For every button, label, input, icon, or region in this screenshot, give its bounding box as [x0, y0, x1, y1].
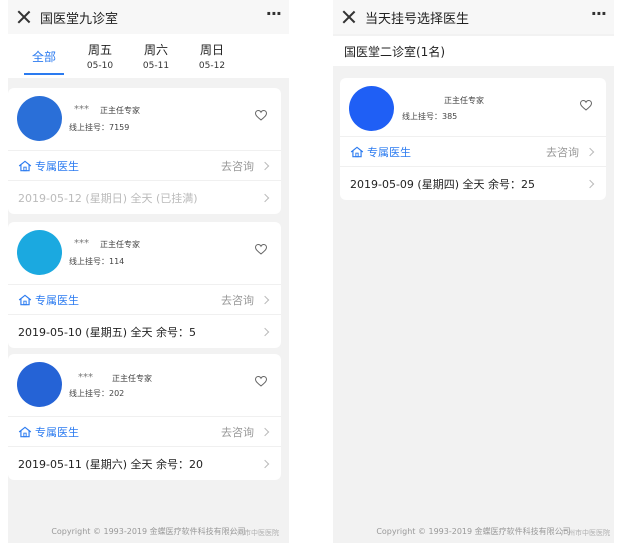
- tab-sun[interactable]: 周日 05-12: [184, 34, 240, 78]
- exclusive-doctor-row[interactable]: 专属医生 去咨询: [8, 416, 281, 446]
- doctor-card: *** 正主任专家 线上挂号：202 专属医生 去咨询 2019-05-11 (…: [8, 354, 281, 480]
- doctor-title: 正主任专家: [100, 106, 140, 115]
- watermark: 广州市中医医院: [230, 529, 279, 537]
- consult-link[interactable]: 去咨询: [221, 424, 254, 440]
- doctor-row[interactable]: *** 正主任专家 线上挂号：202: [8, 354, 281, 416]
- page-title: 国医堂九诊室: [40, 11, 119, 27]
- doctor-card: *** 正主任专家 线上挂号：7159 专属医生 去咨询 2019-05-12 …: [8, 88, 281, 214]
- exclusive-doctor-label: 专属医生: [367, 145, 411, 159]
- exclusive-doctor-label: 专属医生: [35, 293, 79, 307]
- tab-date: 05-11: [142, 61, 170, 71]
- close-icon[interactable]: [17, 10, 31, 24]
- home-icon: [18, 426, 32, 437]
- heart-icon[interactable]: [255, 376, 267, 387]
- online-registrations: 线上挂号：114: [69, 257, 125, 266]
- exclusive-doctor-label: 专属医生: [35, 159, 79, 173]
- department-title: 国医堂二诊室(1名): [333, 36, 614, 66]
- doctor-row[interactable]: 正主任专家 线上挂号：385: [340, 78, 606, 136]
- exclusive-doctor-row[interactable]: 专属医生 去咨询: [340, 136, 606, 166]
- exclusive-doctor-row[interactable]: 专属医生 去咨询: [8, 284, 281, 314]
- consult-link[interactable]: 去咨询: [546, 144, 579, 160]
- online-registrations: 线上挂号：7159: [69, 123, 130, 132]
- top-bar: 当天挂号选择医生 ···: [333, 0, 614, 34]
- tab-label: 周日: [199, 43, 224, 57]
- doctor-title: 正主任专家: [444, 96, 484, 105]
- chevron-right-icon: [585, 179, 595, 188]
- watermark: 广州市中医医院: [561, 529, 610, 537]
- online-registrations: 线上挂号：202: [69, 389, 125, 398]
- tab-label: 周五: [87, 43, 112, 57]
- slot-text: 2019-05-12 (星期日) 全天 (已挂满): [18, 191, 198, 205]
- chevron-right-icon: [260, 161, 270, 170]
- more-icon[interactable]: ···: [591, 6, 607, 28]
- doctor-row[interactable]: *** 正主任专家 线上挂号：114: [8, 222, 281, 284]
- avatar: [349, 86, 394, 131]
- schedule-slot[interactable]: 2019-05-10 (星期五) 全天 余号：5: [8, 314, 281, 348]
- schedule-slot[interactable]: 2019-05-09 (星期四) 全天 余号：25: [340, 166, 606, 200]
- home-icon: [18, 160, 32, 171]
- doctor-name: ***: [78, 372, 93, 383]
- doctor-title: 正主任专家: [112, 374, 152, 383]
- avatar: [17, 362, 62, 407]
- tab-label: 全部: [31, 49, 56, 64]
- doctor-card: 正主任专家 线上挂号：385 专属医生 去咨询 2019-05-09 (星期四)…: [340, 78, 606, 200]
- slot-text: 2019-05-10 (星期五) 全天 余号：5: [18, 325, 196, 339]
- doctor-name: ***: [74, 238, 89, 249]
- date-tabs: 全部 周五 05-10 周六 05-11 周日 05-12: [8, 34, 289, 78]
- doctor-title: 正主任专家: [100, 240, 140, 249]
- close-icon[interactable]: [342, 10, 356, 24]
- chevron-right-icon: [260, 459, 270, 468]
- top-bar: 国医堂九诊室 ···: [8, 0, 289, 34]
- consult-link[interactable]: 去咨询: [221, 158, 254, 174]
- tab-sat[interactable]: 周六 05-11: [128, 34, 184, 78]
- home-icon: [18, 294, 32, 305]
- more-icon[interactable]: ···: [266, 6, 282, 28]
- exclusive-doctor-row[interactable]: 专属医生 去咨询: [8, 150, 281, 180]
- tab-date: 05-10: [86, 61, 114, 71]
- home-icon: [350, 146, 364, 157]
- avatar: [17, 230, 62, 275]
- tab-fri[interactable]: 周五 05-10: [72, 34, 128, 78]
- page-title: 当天挂号选择医生: [365, 11, 470, 27]
- tab-label: 周六: [143, 43, 168, 57]
- consult-link[interactable]: 去咨询: [221, 292, 254, 308]
- chevron-right-icon: [260, 295, 270, 304]
- right-screen: 当天挂号选择医生 ··· 国医堂二诊室(1名) 正主任专家 线上挂号：385 专…: [333, 0, 614, 543]
- schedule-slot[interactable]: 2019-05-12 (星期日) 全天 (已挂满): [8, 180, 281, 214]
- chevron-right-icon: [585, 147, 595, 156]
- slot-text: 2019-05-11 (星期六) 全天 余号：20: [18, 457, 203, 471]
- heart-icon[interactable]: [255, 110, 267, 121]
- avatar: [17, 96, 62, 141]
- tab-date: 05-12: [198, 61, 226, 71]
- exclusive-doctor-label: 专属医生: [35, 425, 79, 439]
- schedule-slot[interactable]: 2019-05-11 (星期六) 全天 余号：20: [8, 446, 281, 480]
- heart-icon[interactable]: [255, 244, 267, 255]
- doctor-card: *** 正主任专家 线上挂号：114 专属医生 去咨询 2019-05-10 (…: [8, 222, 281, 348]
- chevron-right-icon: [260, 427, 270, 436]
- tab-all[interactable]: 全部: [16, 34, 72, 78]
- heart-icon[interactable]: [580, 100, 592, 111]
- chevron-right-icon: [260, 193, 270, 202]
- doctor-name: ***: [74, 104, 89, 115]
- left-screen: 国医堂九诊室 ··· 全部 周五 05-10 周六 05-11 周日 05-12…: [8, 0, 289, 543]
- doctor-row[interactable]: *** 正主任专家 线上挂号：7159: [8, 88, 281, 150]
- online-registrations: 线上挂号：385: [402, 112, 458, 121]
- slot-text: 2019-05-09 (星期四) 全天 余号：25: [350, 177, 535, 191]
- chevron-right-icon: [260, 327, 270, 336]
